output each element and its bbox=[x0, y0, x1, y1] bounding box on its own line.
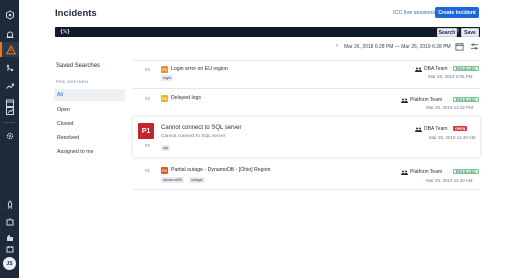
incident-title[interactable]: Delayed logs bbox=[171, 95, 201, 101]
escalation-icon[interactable] bbox=[4, 80, 15, 91]
feedback-icon[interactable] bbox=[4, 232, 15, 243]
incident-number: #3 bbox=[145, 96, 151, 101]
saved-searches-title: Saved Searches bbox=[56, 63, 101, 69]
icc-live-sessions-link[interactable]: ICC live sessions bbox=[393, 10, 435, 16]
analytics-icon[interactable] bbox=[4, 105, 15, 116]
puzzle-icon[interactable] bbox=[4, 216, 15, 227]
search-query-text: {%} bbox=[60, 28, 70, 35]
rail-divider bbox=[4, 122, 15, 123]
status-badge: RESOLVED bbox=[453, 97, 479, 102]
team-icon bbox=[415, 67, 422, 72]
incident-number: #2 bbox=[145, 143, 151, 148]
incident-row[interactable]: #4 P3 Login error on EU region login DBA… bbox=[133, 61, 480, 88]
list-divider bbox=[133, 189, 480, 190]
page-title: Incidents bbox=[55, 8, 97, 19]
team-name: DBA Team bbox=[424, 66, 448, 72]
save-button[interactable]: Save bbox=[461, 28, 479, 37]
priority-badge: P2 bbox=[161, 167, 168, 174]
search-button[interactable]: Search bbox=[437, 28, 457, 37]
incident-title[interactable]: Partial outage - DynamoDB - [Ohio] Regio… bbox=[171, 167, 270, 173]
team-label: DBA Team bbox=[415, 66, 448, 72]
team-icon bbox=[401, 170, 408, 175]
chevron-right-icon[interactable]: › bbox=[444, 43, 446, 49]
team-name: Platform Team bbox=[410, 97, 443, 103]
team-name: DBA Team bbox=[424, 126, 448, 132]
incident-row[interactable]: #1 P2 Partial outage - DynamoDB - [Ohio]… bbox=[133, 161, 480, 189]
incident-number: #1 bbox=[145, 168, 151, 173]
incident-title[interactable]: Login error on EU region bbox=[171, 66, 228, 72]
integrations-icon[interactable] bbox=[4, 62, 15, 73]
search-input[interactable]: {%} ? bbox=[55, 27, 480, 37]
rocket-icon[interactable] bbox=[4, 199, 15, 210]
help-icon[interactable] bbox=[4, 243, 15, 254]
saved-search-closed[interactable]: Closed bbox=[54, 118, 125, 130]
saved-search-assigned-to-me[interactable]: Assigned to me bbox=[54, 146, 125, 158]
incident-title[interactable]: Cannot connect to SQL server bbox=[161, 125, 242, 131]
team-icon bbox=[415, 127, 422, 132]
incident-tag[interactable]: login bbox=[161, 75, 174, 81]
incident-tag[interactable]: sql bbox=[161, 145, 170, 151]
incident-row[interactable]: #3 P4 Delayed logs Platform Team RESOLVE… bbox=[133, 89, 480, 116]
incident-subtitle: Cannot connect to SQL server bbox=[161, 134, 226, 139]
create-incident-button[interactable]: Create incident bbox=[435, 7, 479, 18]
incident-date: Mar 26, 2019 2:05 PM bbox=[428, 74, 473, 79]
left-navigation-rail: JS bbox=[0, 0, 19, 278]
avatar[interactable]: JS bbox=[3, 257, 16, 270]
incident-number: #4 bbox=[145, 67, 151, 72]
team-icon bbox=[401, 98, 408, 103]
team-label: DBA Team bbox=[415, 126, 448, 132]
incident-tag[interactable]: dynamoDB bbox=[161, 177, 184, 183]
team-label: Platform Team bbox=[401, 97, 442, 103]
date-range-text[interactable]: Mar 26, 2018 6:28 PM — Mar 26, 2019 6:28… bbox=[344, 44, 451, 50]
incidents-icon[interactable] bbox=[4, 9, 15, 20]
saved-search-open[interactable]: Open bbox=[54, 104, 125, 116]
status-badge: OPEN bbox=[453, 126, 468, 131]
team-name: Platform Team bbox=[410, 169, 443, 175]
saved-search-all[interactable]: All bbox=[54, 89, 125, 101]
filter-icon[interactable] bbox=[470, 42, 479, 51]
status-badge: RESOLVED bbox=[453, 169, 479, 174]
settings-icon[interactable] bbox=[4, 130, 15, 141]
status-badge: RESOLVED bbox=[453, 66, 479, 71]
incident-tag[interactable]: outage bbox=[189, 177, 205, 183]
calendar-icon[interactable] bbox=[455, 42, 464, 51]
incident-date: Mar 26, 2019 12:32 PM bbox=[426, 105, 474, 110]
priority-badge: P3 bbox=[161, 66, 168, 73]
predefined-section-label: PRE-DEFINED bbox=[56, 79, 89, 84]
warning-icon[interactable] bbox=[0, 42, 19, 57]
priority-badge: P4 bbox=[161, 95, 168, 102]
priority-badge-large: P1 bbox=[138, 123, 154, 139]
chevron-left-icon[interactable]: ‹ bbox=[336, 43, 338, 49]
saved-search-resolved[interactable]: Resolved bbox=[54, 132, 125, 144]
team-label: Platform Team bbox=[401, 169, 442, 175]
incident-date: Mar 25, 2019 11:40 AM bbox=[426, 178, 473, 183]
alerts-icon[interactable] bbox=[4, 29, 15, 40]
incident-date: Mar 25, 2019 11:40 AM bbox=[429, 135, 476, 140]
